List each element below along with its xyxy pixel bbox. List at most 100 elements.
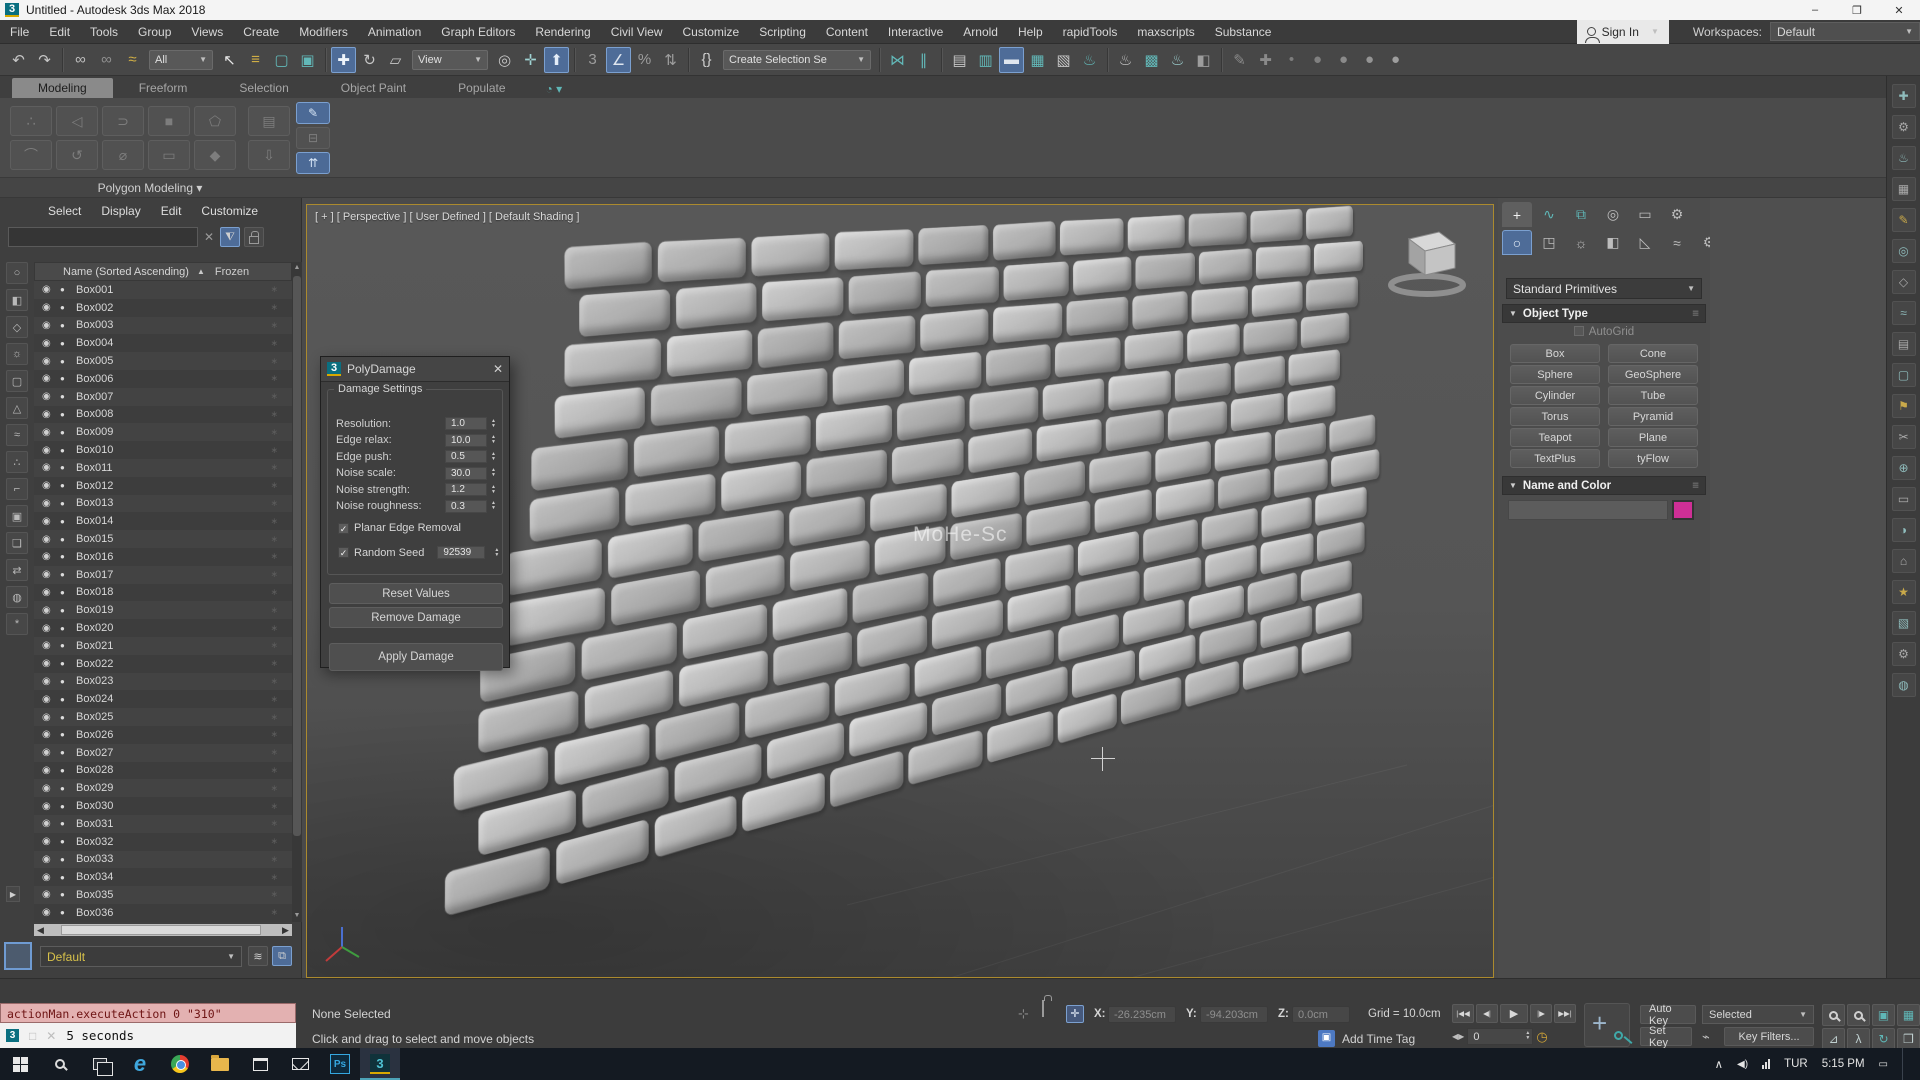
renderable-icon[interactable]: ● (60, 659, 70, 668)
go-start-button[interactable]: |◀◀ (1452, 1004, 1474, 1023)
table-row[interactable]: ◉●Box025∗ (34, 708, 292, 726)
transform-gizmo-icon[interactable]: ⊹ (1018, 1006, 1029, 1022)
renderable-icon[interactable]: ● (60, 802, 70, 811)
visibility-eye-icon[interactable]: ◉ (42, 409, 54, 420)
renderable-icon[interactable]: ● (60, 873, 70, 882)
table-row[interactable]: ◉●Box021∗ (34, 637, 292, 655)
next-key-button[interactable]: |▶ (1530, 1004, 1552, 1023)
maxscript-mini-listener[interactable]: actionMan.executeAction 0 "310" (0, 1003, 296, 1023)
strip-home-icon[interactable]: ⌂ (1892, 549, 1916, 573)
create-pyramid-button[interactable]: Pyramid (1608, 407, 1698, 426)
strip-shade-icon[interactable]: ▧ (1892, 611, 1916, 635)
current-frame-field[interactable]: 0 ▲▼ (1467, 1028, 1533, 1045)
renderable-icon[interactable]: ● (60, 321, 70, 330)
renderable-icon[interactable]: ● (60, 535, 70, 544)
reset-values-button[interactable]: Reset Values (329, 583, 503, 604)
table-row[interactable]: ◉●Box033∗ (34, 851, 292, 869)
subtab-shapes[interactable]: ◳ (1534, 230, 1564, 255)
renderable-icon[interactable]: ● (60, 392, 70, 401)
display-geometry-icon[interactable]: ◧ (6, 289, 28, 311)
workspaces-dropdown[interactable]: Default ▼ (1770, 22, 1920, 41)
table-row[interactable]: ◉●Box030∗ (34, 797, 292, 815)
key-steps-icon[interactable]: ⌁ (1702, 1029, 1710, 1045)
table-row[interactable]: ◉●Box010∗ (34, 441, 292, 459)
bind-spacewarp-icon[interactable]: ≈ (120, 47, 145, 73)
table-row[interactable]: ◉●Box006∗ (34, 370, 292, 388)
window-crossing-icon[interactable]: ▣ (295, 47, 320, 73)
table-row[interactable]: ◉●Box019∗ (34, 601, 292, 619)
renderable-icon[interactable]: ● (60, 410, 70, 419)
create-box-button[interactable]: Box (1510, 344, 1600, 363)
strip-scissors-icon[interactable]: ✂ (1892, 425, 1916, 449)
explorer-menu-display[interactable]: Display (93, 204, 148, 218)
visibility-eye-icon[interactable]: ◉ (42, 373, 54, 384)
display-all-icon[interactable]: ○ (6, 262, 28, 284)
cloud-dropdown-icon[interactable]: ◔ ▾ (546, 82, 563, 98)
ribbon-button-1[interactable]: ◁ (56, 106, 98, 136)
strip-add-icon[interactable]: ✚ (1892, 84, 1916, 108)
visibility-eye-icon[interactable]: ◉ (42, 658, 54, 669)
show-desktop-button[interactable] (1902, 1048, 1906, 1080)
visibility-eye-icon[interactable]: ◉ (42, 338, 54, 349)
display-cameras-icon[interactable]: ▢ (6, 370, 28, 392)
visibility-eye-icon[interactable]: ◉ (42, 783, 54, 794)
display-helpers-icon[interactable]: △ (6, 397, 28, 419)
create-cylinder-button[interactable]: Cylinder (1510, 386, 1600, 405)
renderable-icon[interactable]: ● (60, 446, 70, 455)
menu-maxscripts[interactable]: maxscripts (1127, 20, 1204, 43)
strip-circleplus-icon[interactable]: ⊕ (1892, 456, 1916, 480)
align-icon[interactable]: ∥ (911, 47, 936, 73)
subtab-geometry[interactable]: ○ (1502, 230, 1532, 255)
ribbon-tab-object-paint[interactable]: Object Paint (315, 78, 432, 98)
file-explorer[interactable] (200, 1048, 240, 1080)
display-particles-icon[interactable]: ∴ (6, 451, 28, 473)
minimize-button[interactable]: – (1794, 0, 1836, 20)
table-row[interactable]: ◉●Box031∗ (34, 815, 292, 833)
ribbon-tab-populate[interactable]: Populate (432, 78, 531, 98)
visibility-eye-icon[interactable]: ◉ (42, 551, 54, 562)
create-textplus-button[interactable]: TextPlus (1510, 449, 1600, 468)
view-cube[interactable] (1379, 219, 1475, 303)
layer-explorer-icon[interactable]: ▥ (973, 47, 998, 73)
table-row[interactable]: ◉●Box022∗ (34, 655, 292, 673)
field-value[interactable]: 30.0 (445, 467, 487, 480)
scroll-up-icon[interactable]: ▲ (292, 262, 302, 274)
menu-help[interactable]: Help (1008, 20, 1053, 43)
schematic-view-icon[interactable]: ▧ (1051, 47, 1076, 73)
key-filters-button[interactable]: Key Filters... (1724, 1027, 1814, 1046)
renderable-icon[interactable]: ● (60, 748, 70, 757)
spinner-icon[interactable]: ▲▼ (489, 450, 498, 463)
table-row[interactable]: ◉●Box023∗ (34, 673, 292, 691)
add-time-tag[interactable]: Add Time Tag (1342, 1032, 1415, 1046)
renderable-icon[interactable]: ● (60, 517, 70, 526)
named-selection-dropdown[interactable]: Create Selection Se▼ (723, 50, 871, 70)
primitive-category-dropdown[interactable]: Standard Primitives ▼ (1506, 278, 1702, 299)
3ds-max[interactable]: 3 (360, 1048, 400, 1080)
mail[interactable] (280, 1048, 320, 1080)
volume-icon[interactable]: ◀) (1737, 1059, 1748, 1070)
renderable-icon[interactable]: ● (60, 588, 70, 597)
visibility-eye-icon[interactable]: ◉ (42, 729, 54, 740)
table-row[interactable]: ◉●Box034∗ (34, 868, 292, 886)
table-row[interactable]: ◉●Box008∗ (34, 406, 292, 424)
field-value[interactable]: 10.0 (445, 434, 487, 447)
strip-teapot-icon[interactable]: ♨ (1892, 146, 1916, 170)
percent-snap-icon[interactable]: % (632, 47, 657, 73)
table-row[interactable]: ◉●Box011∗ (34, 459, 292, 477)
reference-coordinate-dropdown[interactable]: View▼ (412, 50, 488, 70)
table-row[interactable]: ◉●Box004∗ (34, 334, 292, 352)
select-link-icon[interactable]: ∞ (68, 47, 93, 73)
create-plane-button[interactable]: Plane (1608, 428, 1698, 447)
table-row[interactable]: ◉●Box020∗ (34, 619, 292, 637)
go-end-button[interactable]: ▶▶| (1554, 1004, 1576, 1023)
scroll-left-icon[interactable]: ◀ (34, 925, 47, 936)
ribbon-tab-freeform[interactable]: Freeform (113, 78, 214, 98)
mirror-icon[interactable]: ⋈ (885, 47, 910, 73)
renderable-icon[interactable]: ● (60, 463, 70, 472)
horizontal-scrollbar[interactable]: ◀ ▶ (34, 924, 292, 936)
task-view[interactable] (80, 1048, 120, 1080)
visibility-eye-icon[interactable]: ◉ (42, 302, 54, 313)
visibility-eye-icon[interactable]: ◉ (42, 356, 54, 367)
menu-arnold[interactable]: Arnold (953, 20, 1008, 43)
menu-tools[interactable]: Tools (80, 20, 128, 43)
